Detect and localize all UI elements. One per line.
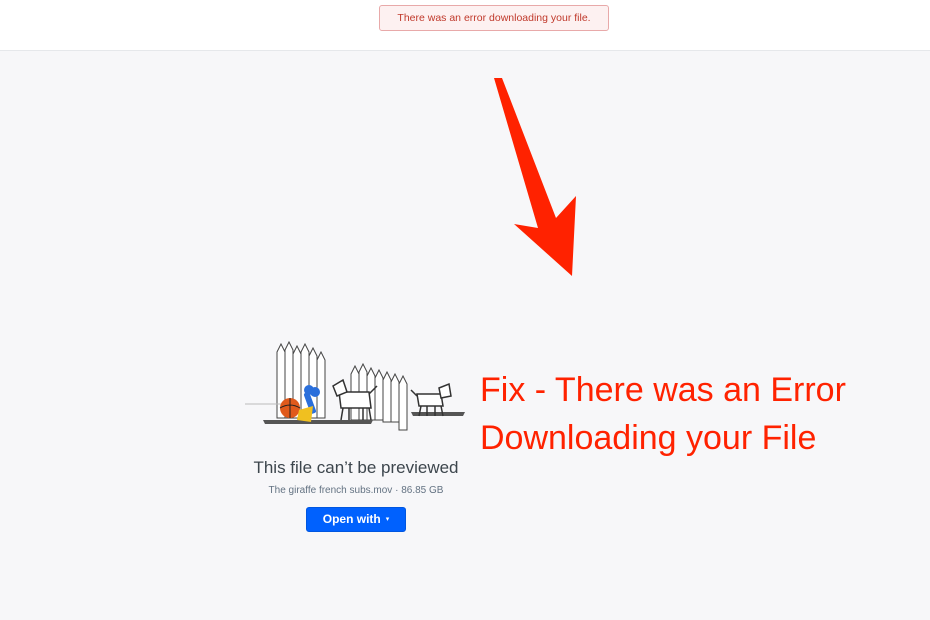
error-notification-banner: There was an error downloading your file… — [379, 5, 609, 31]
open-with-button[interactable]: Open with ▾ — [306, 507, 406, 532]
error-notification-text: There was an error downloading your file… — [397, 12, 591, 24]
caption-line-2: Downloading your File — [480, 419, 817, 457]
preview-unavailable-title: This file can’t be previewed — [253, 458, 459, 477]
fence-dogs-ball-illustration — [245, 340, 465, 431]
chevron-down-icon: ▾ — [385, 516, 390, 524]
overlay-caption: Fix - There was an Error Downloading you… — [480, 366, 920, 462]
caption-line-1: Fix - There was an Error — [480, 371, 846, 409]
red-arrow-down-icon — [494, 78, 576, 276]
file-name-size: The giraffe french subs.mov · 86.85 GB — [268, 485, 444, 496]
top-bar: There was an error downloading your file… — [0, 0, 930, 51]
open-with-label: Open with — [322, 512, 381, 526]
